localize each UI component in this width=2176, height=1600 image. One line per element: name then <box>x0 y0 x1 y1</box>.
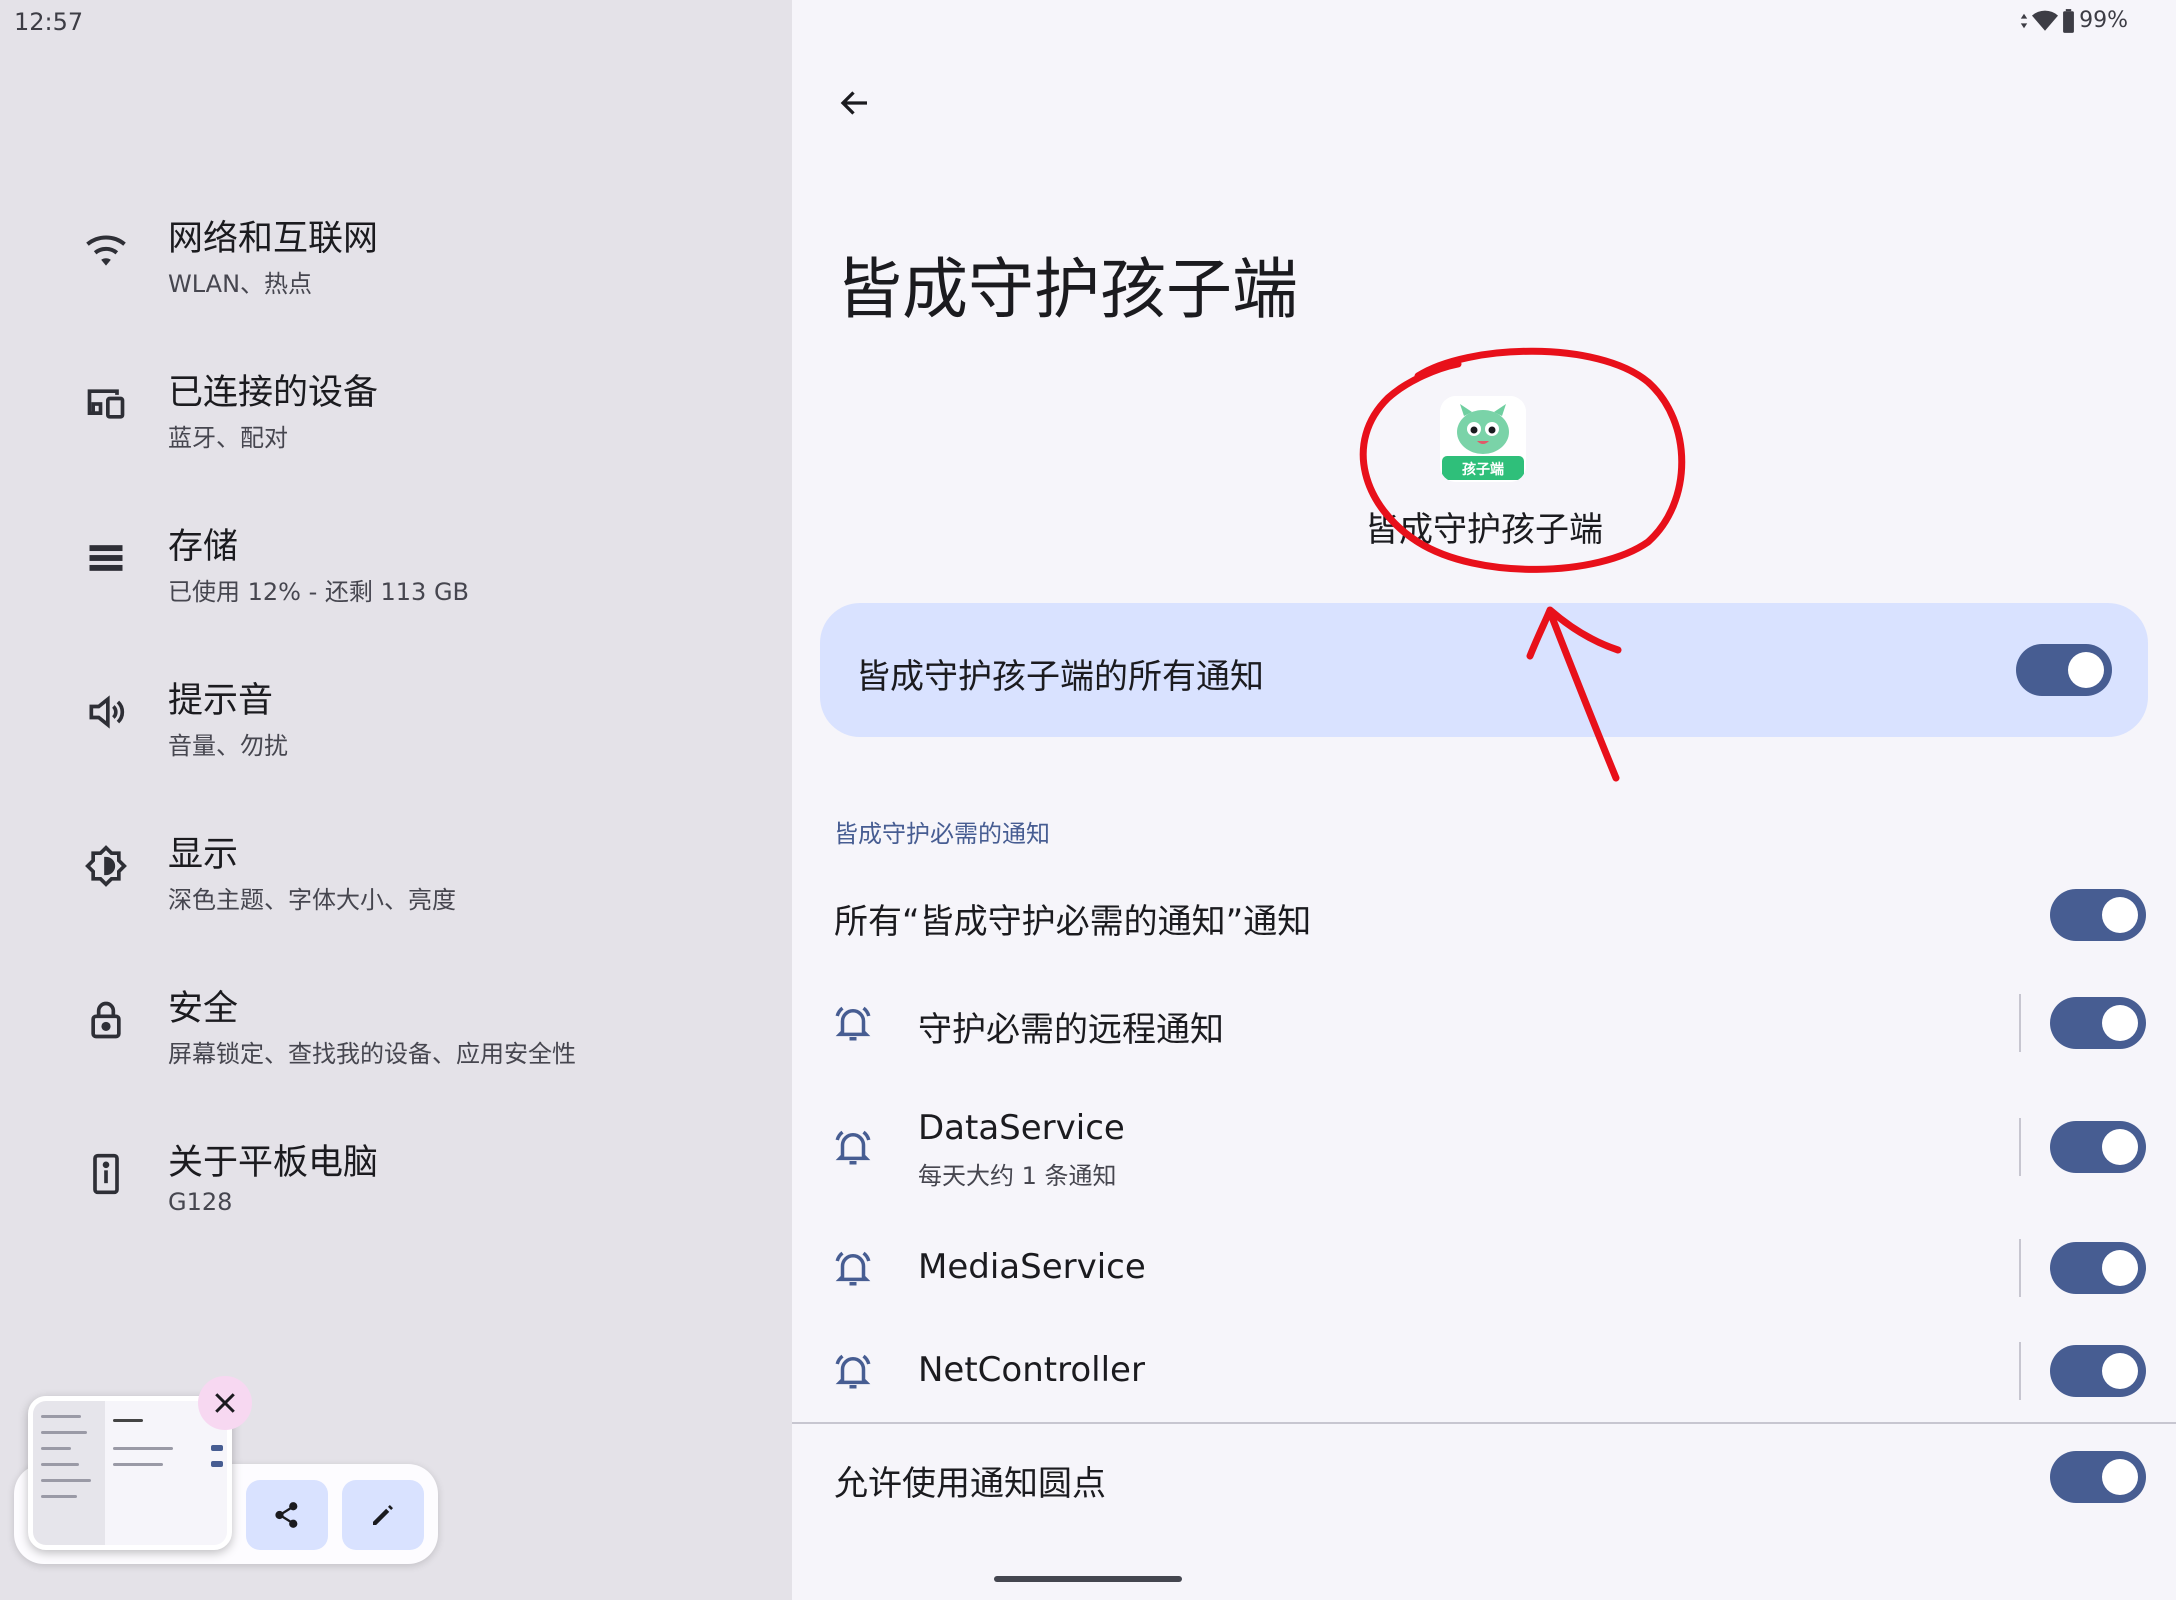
bell-ring-icon <box>832 1126 874 1168</box>
row-divider <box>2019 1239 2021 1297</box>
row-label: MediaService <box>918 1247 1146 1287</box>
row-label: NetController <box>918 1350 1145 1390</box>
storage-icon <box>84 536 128 580</box>
wifi-icon <box>84 228 128 272</box>
nav-item-title: 安全 <box>168 989 239 1029</box>
nav-item-subtitle: WLAN、热点 <box>168 270 313 298</box>
nav-item-title: 显示 <box>168 835 239 875</box>
nav-item-subtitle: 深色主题、字体大小、亮度 <box>168 886 456 914</box>
nav-item-about-tablet[interactable]: 关于平板电脑 G128 <box>0 1104 792 1244</box>
nav-item-display[interactable]: 显示 深色主题、字体大小、亮度 <box>0 796 792 936</box>
share-icon <box>275 1502 298 1528</box>
channel-toggle[interactable] <box>2050 1345 2146 1397</box>
channel-toggle[interactable] <box>2050 1121 2146 1173</box>
section-divider <box>792 1422 2176 1424</box>
row-label: DataService <box>918 1108 1125 1148</box>
devices-icon <box>84 382 128 426</box>
bell-ring-icon <box>832 1002 874 1044</box>
edit-icon <box>373 1505 393 1525</box>
nav-item-security[interactable]: 安全 屏幕锁定、查找我的设备、应用安全性 <box>0 950 792 1090</box>
settings-nav-pane: 12:57 网络和互联网 WLAN、热点 已连接的设备 蓝牙、配对 存储 已使用… <box>0 0 792 1600</box>
channel-toggle[interactable] <box>2050 997 2146 1049</box>
nav-item-subtitle: 已使用 12% - 还剩 113 GB <box>168 578 470 606</box>
status-bar-right: 99% <box>2020 8 2128 33</box>
screenshot-share-button[interactable] <box>246 1480 328 1550</box>
row-label: 允许使用通知圆点 <box>834 1464 1106 1504</box>
nav-item-title: 存储 <box>168 527 239 567</box>
section-title: 皆成守护必需的通知 <box>834 820 1050 848</box>
nav-item-subtitle: 蓝牙、配对 <box>168 424 288 452</box>
nav-item-subtitle: 音量、勿扰 <box>168 732 288 760</box>
bell-ring-icon <box>832 1247 874 1289</box>
all-notifications-label: 皆成守护孩子端的所有通知 <box>856 657 1264 697</box>
channel-toggle[interactable] <box>2050 1242 2146 1294</box>
back-button[interactable] <box>822 70 888 136</box>
battery-icon <box>2063 8 2075 33</box>
nav-item-network[interactable]: 网络和互联网 WLAN、热点 <box>0 180 792 320</box>
tablet-info-icon <box>84 1152 128 1196</box>
data-arrows-icon <box>2020 13 2028 28</box>
nav-item-sound[interactable]: 提示音 音量、勿扰 <box>0 642 792 782</box>
nav-item-title: 关于平板电脑 <box>168 1143 379 1183</box>
nav-item-title: 网络和互联网 <box>168 219 379 259</box>
gesture-handle[interactable] <box>994 1576 1182 1582</box>
close-icon <box>215 1393 235 1413</box>
screenshot-edit-button[interactable] <box>342 1480 424 1550</box>
channel-group-toggle[interactable] <box>2050 889 2146 941</box>
nav-item-title: 提示音 <box>168 681 274 721</box>
all-notifications-toggle[interactable] <box>2016 644 2112 696</box>
wifi-signal-icon <box>2032 10 2059 31</box>
nav-item-connected-devices[interactable]: 已连接的设备 蓝牙、配对 <box>0 334 792 474</box>
nav-item-title: 已连接的设备 <box>168 373 379 413</box>
nav-item-subtitle: G128 <box>168 1188 233 1216</box>
lock-icon <box>84 998 128 1042</box>
row-divider <box>2019 994 2021 1052</box>
back-arrow-icon <box>840 91 867 115</box>
screenshot-close-button[interactable] <box>198 1376 252 1430</box>
brightness-icon <box>84 844 128 888</box>
row-divider <box>2019 1342 2021 1400</box>
nav-item-subtitle: 屏幕锁定、查找我的设备、应用安全性 <box>168 1040 576 1068</box>
annotation-arrow <box>1526 606 1622 782</box>
page-title: 皆成守护孩子端 <box>836 251 1298 328</box>
screenshot-thumbnail[interactable] <box>28 1396 232 1550</box>
row-label: 所有“皆成守护必需的通知”通知 <box>834 902 1312 942</box>
nav-item-storage[interactable]: 存储 已使用 12% - 还剩 113 GB <box>0 488 792 628</box>
row-divider <box>2019 1118 2021 1176</box>
row-label: 守护必需的远程通知 <box>918 1010 1224 1050</box>
bell-ring-icon <box>832 1350 874 1392</box>
volume-icon <box>84 690 128 734</box>
annotation-circle <box>1359 347 1686 573</box>
notification-dots-toggle[interactable] <box>2050 1451 2146 1503</box>
all-notifications-card[interactable]: 皆成守护孩子端的所有通知 <box>820 603 2148 737</box>
status-time: 12:57 <box>14 8 84 36</box>
row-subtitle: 每天大约 1 条通知 <box>918 1162 1117 1190</box>
battery-percent: 99% <box>2079 8 2128 33</box>
